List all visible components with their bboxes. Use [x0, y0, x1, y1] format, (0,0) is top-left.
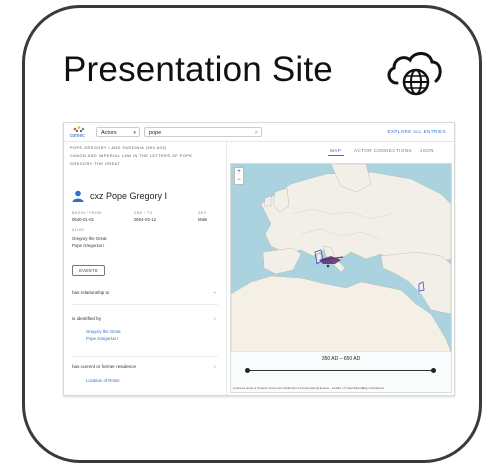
- explore-all-link[interactable]: EXPLORE ALL ENTRIES: [388, 129, 446, 134]
- end-value: 0604-03-12: [134, 217, 156, 222]
- relationship-section-residence[interactable]: has current or former residence ˄: [72, 364, 218, 369]
- chevron-down-icon: ▾: [133, 130, 136, 136]
- breadcrumb-2[interactable]: CANON AND IMPERIAL LAW IN THE LETTERS OF…: [70, 154, 192, 158]
- relationship-section-is-identified-by[interactable]: is identified by ˄: [72, 316, 218, 321]
- app-topbar: comec Actors ▾ pope ⌕ EXPLORE ALL ENTRIE…: [64, 123, 454, 142]
- person-icon: [72, 190, 84, 202]
- begin-label: BEGIN / FROM: [72, 211, 102, 215]
- alias-item: Pope Gregorius I: [72, 243, 105, 248]
- search-value: pope: [149, 130, 162, 136]
- left-panel: POPE GREGORY I AND SARDINIA (590-603) CA…: [64, 142, 227, 395]
- slider-track[interactable]: [247, 370, 435, 371]
- divider: [72, 356, 218, 357]
- map-attribution: Licensed under a Creative Commons Attrib…: [233, 386, 385, 390]
- time-range-slider[interactable]: 350 AD – 650 AD Licensed under a Creativ…: [231, 352, 451, 392]
- entity-type-select[interactable]: Actors ▾: [96, 127, 140, 137]
- begin-value: 0540-01-01: [72, 217, 94, 222]
- zoom-out-button[interactable]: −: [235, 176, 243, 184]
- zoom-in-button[interactable]: +: [235, 168, 243, 176]
- logo-text: comec: [70, 133, 85, 139]
- divider: [72, 304, 218, 305]
- active-tab-indicator: [328, 155, 344, 156]
- slider-handle-end[interactable]: [431, 368, 436, 373]
- end-label: END / TO: [134, 211, 153, 215]
- alias-label: ALIAS: [72, 228, 85, 232]
- cloud-globe-icon: [387, 52, 442, 96]
- chevron-up-icon[interactable]: ˄: [214, 364, 216, 369]
- person-name: cxz Pope Gregory I: [90, 191, 168, 201]
- app-screenshot: comec Actors ▾ pope ⌕ EXPLORE ALL ENTRIE…: [63, 122, 455, 396]
- search-input[interactable]: pope ⌕: [144, 127, 262, 137]
- chevron-up-icon[interactable]: ˄: [214, 316, 216, 321]
- breadcrumb-3[interactable]: GREGORY THE GREAT: [70, 162, 120, 166]
- sex-value: Male: [198, 217, 208, 222]
- section-label: has current or former residence: [72, 364, 137, 369]
- slider-handle-start[interactable]: [245, 368, 250, 373]
- relationship-section-has-relationship-to[interactable]: has relationship to ˅: [72, 290, 218, 295]
- relationship-link[interactable]: Location of Rome: [86, 378, 120, 383]
- tab-actor-connections[interactable]: ACTOR CONNECTIONS: [354, 148, 412, 153]
- time-range-label: 350 AD – 650 AD: [321, 356, 361, 362]
- tab-map[interactable]: MAP: [330, 148, 341, 153]
- breadcrumb-1[interactable]: POPE GREGORY I AND SARDINIA (590-603): [70, 146, 167, 150]
- page-title: Presentation Site: [63, 50, 333, 89]
- relationship-link[interactable]: Gregory the Great: [86, 329, 121, 334]
- tab-json[interactable]: JSON: [420, 148, 434, 153]
- entity-type-value: Actors: [101, 130, 117, 136]
- section-label: has relationship to: [72, 290, 110, 295]
- events-button[interactable]: EVENTS: [72, 265, 105, 276]
- search-icon[interactable]: ⌕: [255, 128, 258, 138]
- chevron-down-icon[interactable]: ˅: [214, 290, 216, 295]
- zoom-controls[interactable]: + −: [234, 167, 244, 185]
- map[interactable]: + − 350 AD – 650 AD Licensed under a Cre…: [230, 163, 452, 393]
- relationship-link[interactable]: Pope Gregorius I: [86, 336, 118, 341]
- sex-label: SEX: [198, 211, 207, 215]
- section-label: is identified by: [72, 316, 102, 321]
- alias-item: Gregory the Great: [72, 236, 107, 241]
